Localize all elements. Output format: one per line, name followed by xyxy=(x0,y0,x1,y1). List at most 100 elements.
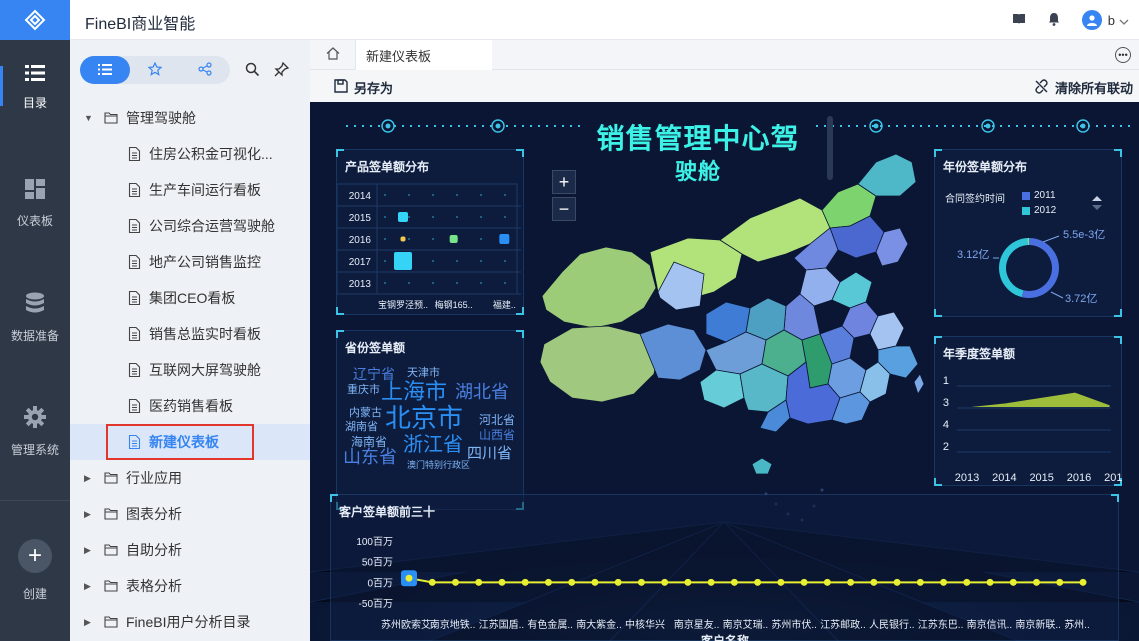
tree-folder-management-cockpit[interactable]: ▼ 管理驾驶舱 xyxy=(70,100,310,136)
save-as-button[interactable]: 另存为 xyxy=(334,78,393,97)
tree-item[interactable]: 住房公积金可视化... xyxy=(70,136,310,172)
finebi-logo-icon[interactable] xyxy=(0,0,70,40)
tree-item[interactable]: 互联网大屏驾驶舱 xyxy=(70,352,310,388)
word[interactable]: 天津市 xyxy=(407,368,440,379)
tree-folder[interactable]: ▶ 表格分析 xyxy=(70,568,310,604)
list-view-button[interactable] xyxy=(80,56,130,84)
line-point[interactable] xyxy=(754,578,762,586)
year-donut-chart[interactable]: 3.72亿 3.12亿 5.5e-3亿 xyxy=(935,218,1123,318)
line-point[interactable] xyxy=(568,578,576,586)
line-point[interactable] xyxy=(451,578,459,586)
line-point[interactable] xyxy=(916,578,924,586)
tree-item[interactable]: 公司综合运营驾驶舱 xyxy=(70,208,310,244)
line-point[interactable] xyxy=(847,578,855,586)
tree-folder[interactable]: ▶ 自助分析 xyxy=(70,532,310,568)
x-tick-label: 苏州欧索艾.. xyxy=(381,618,437,631)
line-point[interactable] xyxy=(1009,578,1017,586)
tree-item[interactable]: 生产车间运行看板 xyxy=(70,172,310,208)
line-point[interactable] xyxy=(870,578,878,586)
line-point[interactable] xyxy=(1033,578,1041,586)
scatter-point[interactable] xyxy=(394,252,412,270)
line-point[interactable] xyxy=(661,578,669,586)
line-point[interactable] xyxy=(1056,578,1064,586)
search-icon[interactable] xyxy=(245,62,260,80)
nav-catalog[interactable]: 目录 xyxy=(0,40,70,136)
donut-slice[interactable] xyxy=(999,238,1028,298)
tree-folder[interactable]: ▶ 图表分析 xyxy=(70,496,310,532)
more-options-icon[interactable]: ••• xyxy=(1115,47,1131,63)
legend-item-2012[interactable]: 2012 xyxy=(1022,205,1056,216)
word[interactable]: 四川省 xyxy=(467,446,512,461)
product-scatter-chart[interactable]: 2014 2015 2016 2017 2013 宝钢罗泾预.. 梅钢165.. 福建.. xyxy=(337,176,525,316)
scatter-point[interactable] xyxy=(398,212,408,222)
pin-icon[interactable] xyxy=(274,61,290,80)
legend-pager[interactable] xyxy=(1091,194,1103,215)
notification-bell-icon[interactable] xyxy=(1048,12,1060,29)
tree-item-new-dashboard[interactable]: 新建仪表板 xyxy=(70,424,310,460)
map-zoom-out-button[interactable]: − xyxy=(552,197,576,221)
word[interactable]: 重庆市 xyxy=(347,385,380,396)
line-point[interactable] xyxy=(893,578,901,586)
nav-dashboard[interactable]: 仪表板 xyxy=(0,156,70,252)
word[interactable]: 湖北省 xyxy=(455,383,509,401)
line-point[interactable] xyxy=(823,578,831,586)
help-book-icon[interactable] xyxy=(1012,13,1026,28)
line-point[interactable] xyxy=(521,578,529,586)
line-point[interactable] xyxy=(940,578,948,586)
user-name[interactable]: b xyxy=(1108,13,1115,28)
map-zoom-in-button[interactable]: + xyxy=(552,170,576,194)
share-view-button[interactable] xyxy=(180,56,230,84)
tree-folder[interactable]: ▶ 行业应用 xyxy=(70,460,310,496)
word[interactable]: 山西省 xyxy=(479,429,515,441)
customer-line-chart[interactable]: 100百万 50百万 0百万 -50百万苏州欧索艾..南京地铁.. 江苏国盾.. 有色金属… xyxy=(331,519,1120,641)
nav-admin[interactable]: 管理系统 xyxy=(0,384,70,480)
home-tab[interactable] xyxy=(310,40,356,70)
line-point[interactable] xyxy=(428,578,436,586)
line-point[interactable] xyxy=(405,574,413,582)
word[interactable]: 浙江省 xyxy=(403,435,463,455)
line-point[interactable] xyxy=(707,578,715,586)
line-point[interactable] xyxy=(544,578,552,586)
donut-slice[interactable] xyxy=(1021,238,1059,298)
word[interactable]: 湖南省 xyxy=(345,422,378,433)
word[interactable]: 澳门特别行政区 xyxy=(407,461,470,470)
line-point[interactable] xyxy=(475,578,483,586)
tree-item[interactable]: 集团CEO看板 xyxy=(70,280,310,316)
line-point[interactable] xyxy=(963,578,971,586)
quarter-area-chart[interactable]: 1 3 4 2 2013 2014 2015 2016 2017 xyxy=(935,361,1123,485)
word[interactable]: 河北省 xyxy=(479,414,515,426)
tree-item[interactable]: 医药销售看板 xyxy=(70,388,310,424)
chevron-down-icon[interactable] xyxy=(1119,13,1129,28)
line-point[interactable] xyxy=(637,578,645,586)
tree-folder[interactable]: ▶ FineBI用户分析目录 xyxy=(70,604,310,640)
tree-item[interactable]: 销售总监实时看板 xyxy=(70,316,310,352)
nav-create[interactable]: + 创建 xyxy=(0,500,70,641)
line-point[interactable] xyxy=(684,578,692,586)
tab-new-dashboard[interactable]: 新建仪表板 xyxy=(356,40,492,70)
word[interactable]: 内蒙古 xyxy=(349,408,382,419)
line-point[interactable] xyxy=(498,578,506,586)
scatter-point[interactable] xyxy=(499,234,510,244)
scatter-point[interactable] xyxy=(400,236,406,242)
line-point[interactable] xyxy=(800,578,808,586)
line-point[interactable] xyxy=(777,578,785,586)
favorites-view-button[interactable] xyxy=(130,56,180,84)
china-map[interactable] xyxy=(539,153,925,475)
line-point[interactable] xyxy=(614,578,622,586)
scatter-point[interactable] xyxy=(449,235,458,243)
legend-item-2011[interactable]: 2011 xyxy=(1022,190,1056,201)
line-point[interactable] xyxy=(1079,578,1087,586)
line-point[interactable] xyxy=(730,578,738,586)
user-avatar[interactable] xyxy=(1081,10,1102,30)
line-series[interactable] xyxy=(408,577,1083,584)
word[interactable]: 上海市 xyxy=(381,381,447,403)
tree-item[interactable]: 地产公司销售监控 xyxy=(70,244,310,280)
nav-data-prep[interactable]: 数据准备 xyxy=(0,270,70,366)
word[interactable]: 山东省 xyxy=(343,448,397,466)
map-scrollbar[interactable] xyxy=(827,116,833,180)
line-point[interactable] xyxy=(986,578,994,586)
word[interactable]: 北京市 xyxy=(385,405,463,431)
area-series[interactable] xyxy=(971,392,1110,407)
clear-links-button[interactable]: 清除所有联动 xyxy=(1034,78,1133,97)
line-point[interactable] xyxy=(591,578,599,586)
